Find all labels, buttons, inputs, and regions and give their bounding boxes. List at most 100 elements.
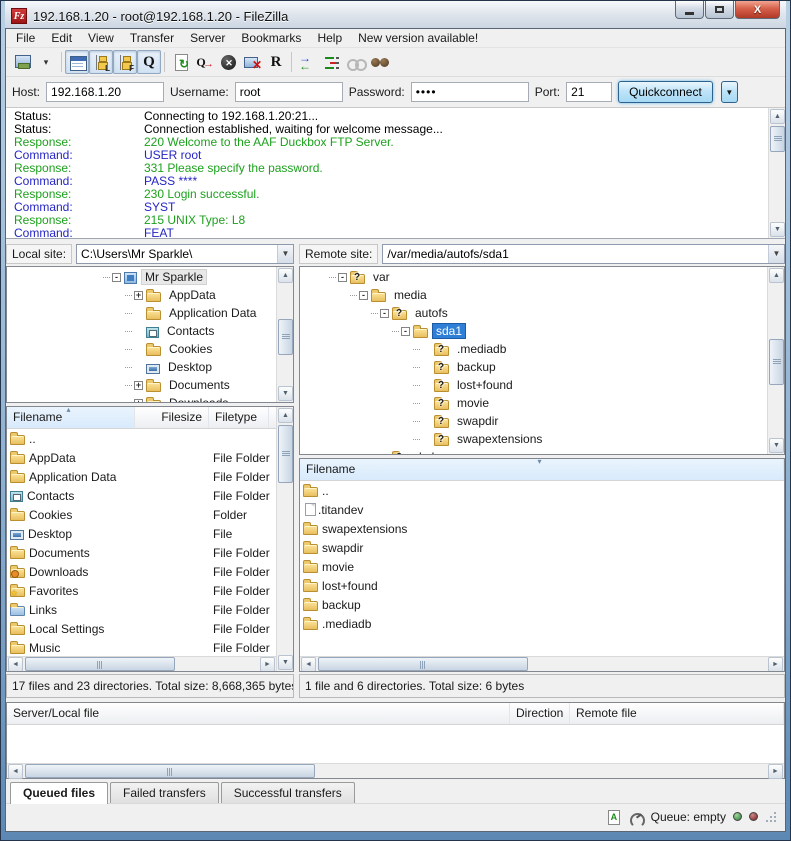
tree-item[interactable]: + AppData <box>7 286 276 304</box>
column-header-filename[interactable]: Filename <box>300 459 784 480</box>
password-input[interactable] <box>411 82 529 102</box>
remote-path-dropdown[interactable]: ▼ <box>768 245 784 263</box>
scroll-up-icon[interactable]: ▲ <box>770 109 785 124</box>
tree-item-label[interactable]: sda1 <box>432 323 466 339</box>
tree-expander[interactable]: - <box>359 291 368 300</box>
tree-item-label[interactable]: Mr Sparkle <box>141 269 207 285</box>
queue-hscrollbar[interactable]: ◄ ► <box>7 763 784 778</box>
column-header-filetype[interactable]: Filetype <box>209 407 269 428</box>
queue-tab[interactable]: Failed transfers <box>110 782 219 803</box>
scroll-thumb[interactable] <box>25 657 175 671</box>
scroll-down-icon[interactable]: ▼ <box>770 222 785 237</box>
file-row[interactable]: Downloads File Folder <box>7 562 276 581</box>
tree-item[interactable]: - autofs <box>300 304 767 322</box>
tree-expander[interactable]: - <box>380 309 389 318</box>
tree-item-label[interactable]: Application Data <box>165 305 260 321</box>
tree-item[interactable]: swapdir <box>300 412 767 430</box>
tree-item-label[interactable]: swapextensions <box>453 431 546 447</box>
tree-item-label[interactable]: AppData <box>165 287 220 303</box>
file-row[interactable]: .. <box>300 481 784 500</box>
sync-browsing-icon[interactable] <box>319 50 343 74</box>
tree-expander[interactable]: + <box>134 381 143 390</box>
scroll-right-icon[interactable]: ► <box>768 657 783 672</box>
toggle-message-log-icon[interactable] <box>65 50 89 74</box>
tree-item-label[interactable]: Downloads <box>165 395 232 402</box>
scroll-left-icon[interactable]: ◄ <box>301 657 316 672</box>
tree-item[interactable]: dvd <box>300 448 767 454</box>
file-row[interactable]: AppData File Folder <box>7 448 276 467</box>
menu-item[interactable]: Edit <box>43 30 80 46</box>
reconnect-icon[interactable]: R <box>264 50 288 74</box>
remote-list-hscrollbar[interactable]: ◄ ► <box>300 656 784 671</box>
scroll-right-icon[interactable]: ► <box>768 764 783 779</box>
file-row[interactable]: .mediadb <box>300 614 784 633</box>
queue-tab[interactable]: Successful transfers <box>221 782 355 803</box>
toggle-queue-icon[interactable]: Q <box>137 50 161 74</box>
scroll-down-icon[interactable]: ▼ <box>769 438 784 453</box>
tree-item-label[interactable]: swapdir <box>453 413 502 429</box>
quickconnect-button[interactable]: Quickconnect <box>618 81 713 103</box>
file-row[interactable]: Local Settings File Folder <box>7 619 276 638</box>
tree-item[interactable]: + Documents <box>7 376 276 394</box>
scroll-left-icon[interactable]: ◄ <box>8 764 23 779</box>
tree-item[interactable]: - sda1 <box>300 322 767 340</box>
file-row[interactable]: Desktop File <box>7 524 276 543</box>
scroll-thumb[interactable] <box>278 425 293 483</box>
quickconnect-dropdown[interactable]: ▼ <box>721 81 738 103</box>
local-list-scrollbar[interactable]: ▲ ▼ <box>276 407 293 671</box>
remote-tree-scrollbar[interactable]: ▲ ▼ <box>767 267 784 454</box>
tree-item-label[interactable]: lost+found <box>453 377 517 393</box>
tree-item-label[interactable]: .mediadb <box>453 341 510 357</box>
tree-item[interactable]: + Downloads <box>7 394 276 402</box>
close-button[interactable]: X <box>735 1 780 19</box>
menu-item[interactable]: Transfer <box>122 30 182 46</box>
separator[interactable] <box>61 52 62 72</box>
filter-icon[interactable] <box>343 50 367 74</box>
column-header-remote-file[interactable]: Remote file <box>570 703 784 724</box>
scroll-up-icon[interactable]: ▲ <box>769 268 784 283</box>
column-header-server-local-file[interactable]: Server/Local file <box>7 703 510 724</box>
cancel-icon[interactable]: ✕ <box>216 50 240 74</box>
menu-item[interactable]: Server <box>182 30 233 46</box>
queue-tab[interactable]: Queued files <box>10 782 108 804</box>
tree-item[interactable]: backup <box>300 358 767 376</box>
tree-item[interactable]: swapextensions <box>300 430 767 448</box>
scroll-up-icon[interactable]: ▲ <box>278 268 293 283</box>
menu-item[interactable]: View <box>80 30 122 46</box>
speed-limits-icon[interactable] <box>628 809 644 825</box>
username-input[interactable] <box>235 82 343 102</box>
tree-item[interactable]: lost+found <box>300 376 767 394</box>
tree-item[interactable]: Cookies <box>7 340 276 358</box>
column-header-filesize[interactable]: Filesize <box>135 407 209 428</box>
tree-expander[interactable]: - <box>112 273 121 282</box>
tree-expander[interactable]: - <box>401 327 410 336</box>
site-manager-dropdown-icon[interactable]: ▾ <box>34 50 58 74</box>
scroll-thumb[interactable] <box>769 339 784 385</box>
menu-item[interactable]: Help <box>309 30 350 46</box>
tree-item[interactable]: .mediadb <box>300 340 767 358</box>
transfer-type-icon[interactable] <box>605 809 621 825</box>
column-header-direction[interactable]: Direction <box>510 703 570 724</box>
scroll-down-icon[interactable]: ▼ <box>278 386 293 401</box>
local-path-input[interactable] <box>77 245 277 263</box>
refresh-icon[interactable]: ↻ <box>168 50 192 74</box>
file-row[interactable]: Cookies Folder <box>7 505 276 524</box>
file-row[interactable]: swapdir <box>300 538 784 557</box>
site-manager-icon[interactable] <box>10 50 34 74</box>
file-row[interactable]: Favorites File Folder <box>7 581 276 600</box>
tree-item-label[interactable]: movie <box>453 395 493 411</box>
scroll-thumb[interactable] <box>278 319 293 355</box>
separator[interactable] <box>291 52 292 72</box>
scroll-down-icon[interactable]: ▼ <box>278 655 293 670</box>
remote-path-input[interactable] <box>383 245 768 263</box>
port-input[interactable] <box>566 82 612 102</box>
scroll-thumb[interactable] <box>25 764 315 778</box>
scroll-thumb[interactable] <box>318 657 528 671</box>
file-row[interactable]: Contacts File Folder <box>7 486 276 505</box>
resize-grip[interactable] <box>765 811 777 823</box>
tree-item[interactable]: Contacts <box>7 322 276 340</box>
file-row[interactable]: .titandev <box>300 500 784 519</box>
tree-item-label[interactable]: media <box>390 287 431 303</box>
tree-item[interactable]: - media <box>300 286 767 304</box>
file-row[interactable]: Documents File Folder <box>7 543 276 562</box>
